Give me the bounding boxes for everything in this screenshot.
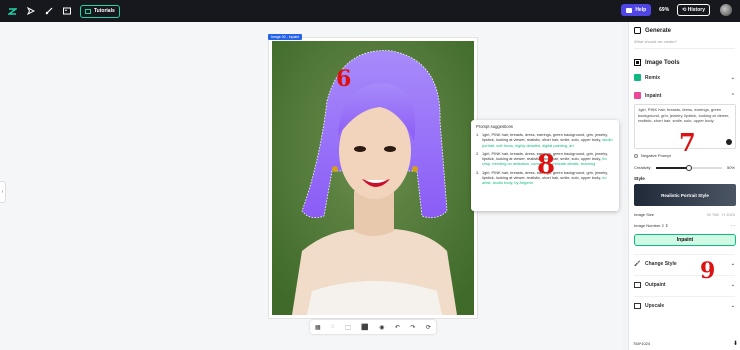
change-style-icon: 🖌 — [634, 261, 641, 267]
height-label: H — [722, 212, 725, 217]
inpaint-label: Inpaint — [645, 92, 662, 99]
tutorials-icon — [85, 8, 91, 14]
annotation-9: 9 — [700, 258, 716, 284]
inpaint-prompt-text: 1girl, PINK hair, breasts, dress, earrin… — [638, 107, 730, 124]
outpaint-section[interactable]: Outpaint ⌄ — [634, 275, 735, 288]
collapse-left-panel-button[interactable]: › — [0, 181, 6, 203]
rect-select-icon[interactable]: ⬚ — [345, 324, 351, 331]
avatar[interactable] — [720, 4, 732, 16]
creativity-value: 50% — [726, 165, 735, 170]
inpaint-button-label: Inpaint — [676, 237, 694, 243]
image-number-label: Image Number — [634, 223, 661, 228]
remix-icon — [634, 74, 641, 81]
style-card[interactable]: Realistic Portrait Style — [634, 184, 736, 206]
brush-icon[interactable] — [44, 7, 53, 16]
footer-image-size: 768*1024 — [633, 341, 651, 346]
image-number-row: Image Number 2 ⇕ ··· — [634, 223, 735, 228]
help-label: Help — [635, 7, 647, 13]
generate-header[interactable]: Generate — [634, 27, 735, 34]
annotation-7: 7 — [679, 128, 696, 157]
image-size-label: Image Size — [634, 212, 655, 217]
top-bar: Tutorials Help 69% ⟲ History — [0, 0, 740, 22]
negative-prompt-label: Negative Prompt — [641, 153, 671, 158]
image-tools-header: Image Tools — [634, 59, 735, 66]
eraser-icon[interactable]: ◉ — [379, 324, 384, 331]
more-icon[interactable]: ··· — [731, 223, 735, 228]
chevron-right-icon: › — [1, 189, 4, 195]
creativity-slider-fill — [655, 166, 689, 169]
app-logo-icon[interactable] — [8, 7, 17, 16]
outpaint-icon — [634, 282, 641, 288]
chevron-up-icon: ⌃ — [730, 92, 735, 99]
style-label: Style — [634, 176, 645, 181]
image-number-value[interactable]: 2 — [662, 223, 664, 228]
upscale-section[interactable]: Upscale ⌄ — [634, 296, 735, 309]
suggestion-text: 1girl, PINK hair, breasts, dress, earrin… — [482, 132, 613, 148]
stepper-icon[interactable]: ⇕ — [665, 223, 668, 228]
outpaint-label: Outpaint — [645, 282, 666, 288]
chevron-down-icon: ⌄ — [730, 261, 735, 267]
send-icon[interactable] — [26, 7, 35, 16]
brush-size-icon[interactable]: ⬛ — [361, 324, 368, 331]
upscale-label: Upscale — [645, 303, 665, 309]
history-button[interactable]: ⟲ History — [677, 4, 710, 16]
discord-icon — [626, 7, 633, 13]
redo-icon[interactable]: ↷ — [410, 324, 415, 331]
prompt-input[interactable]: What should we create? — [634, 39, 735, 49]
width-label: W — [707, 212, 711, 217]
creativity-slider-handle[interactable] — [685, 164, 692, 171]
download-icon[interactable]: ⬇ — [733, 340, 738, 347]
help-button[interactable]: Help — [621, 4, 652, 16]
image-tag: Image 00 - Inpaint — [268, 34, 303, 40]
upscale-icon — [634, 303, 641, 309]
chevron-down-icon: ⌄ — [730, 282, 735, 288]
tutorials-label: Tutorials — [94, 8, 115, 14]
inpaint-button[interactable]: Inpaint — [634, 234, 736, 246]
history-label: History — [687, 7, 705, 13]
history-icon: ⟲ — [682, 7, 687, 13]
remix-label: Remix — [645, 74, 661, 81]
creativity-slider[interactable] — [655, 164, 722, 171]
inpaint-section[interactable]: Inpaint ⌃ — [634, 92, 735, 99]
annotation-6: 6 — [336, 66, 352, 92]
height-value[interactable]: 1024 — [726, 212, 735, 217]
reset-icon[interactable]: ⟳ — [426, 324, 431, 331]
generate-icon — [634, 27, 641, 34]
image-size-row: Image Size W 768 H 1024 — [634, 212, 735, 217]
canvas-toolbar: ▦ ◌ ⬚ ⬛ ◉ ↶ ↷ ⟳ — [310, 320, 436, 334]
chevron-down-icon: ⌄ — [730, 74, 735, 81]
creativity-row: Creativity 50% — [634, 164, 735, 171]
style-name: Realistic Portrait Style — [661, 192, 709, 198]
generate-title: Generate — [645, 27, 672, 34]
inpaint-icon — [634, 92, 641, 99]
annotation-8: 8 — [537, 150, 556, 180]
negative-prompt-radio[interactable] — [634, 153, 638, 158]
select-tool-icon[interactable]: ▦ — [315, 324, 321, 331]
change-style-label: Change Style — [645, 261, 677, 267]
suggestion-icon[interactable] — [726, 139, 732, 145]
canvas-image[interactable] — [272, 41, 474, 315]
image-tools-title: Image Tools — [645, 59, 680, 66]
zoom-level[interactable]: 69% — [659, 7, 669, 13]
tutorials-button[interactable]: Tutorials — [80, 4, 120, 18]
suggestion-item[interactable]: 1. 1girl, PINK hair, breasts, dress, ear… — [476, 132, 614, 148]
width-value[interactable]: 768 — [712, 212, 719, 217]
remix-section[interactable]: Remix ⌄ — [634, 74, 735, 81]
image-tools-icon — [634, 59, 641, 66]
suggestions-title: Prompt suggestions — [476, 124, 514, 129]
lasso-icon[interactable]: ◌ — [331, 324, 335, 330]
creativity-label: Creativity — [634, 165, 651, 170]
chevron-down-icon: ⌄ — [730, 303, 735, 309]
image-icon[interactable] — [62, 7, 71, 16]
undo-icon[interactable]: ↶ — [395, 324, 400, 331]
change-style-section[interactable]: 🖌 Change Style ⌄ — [634, 254, 735, 267]
right-panel: Generate What should we create? Image To… — [628, 22, 740, 350]
